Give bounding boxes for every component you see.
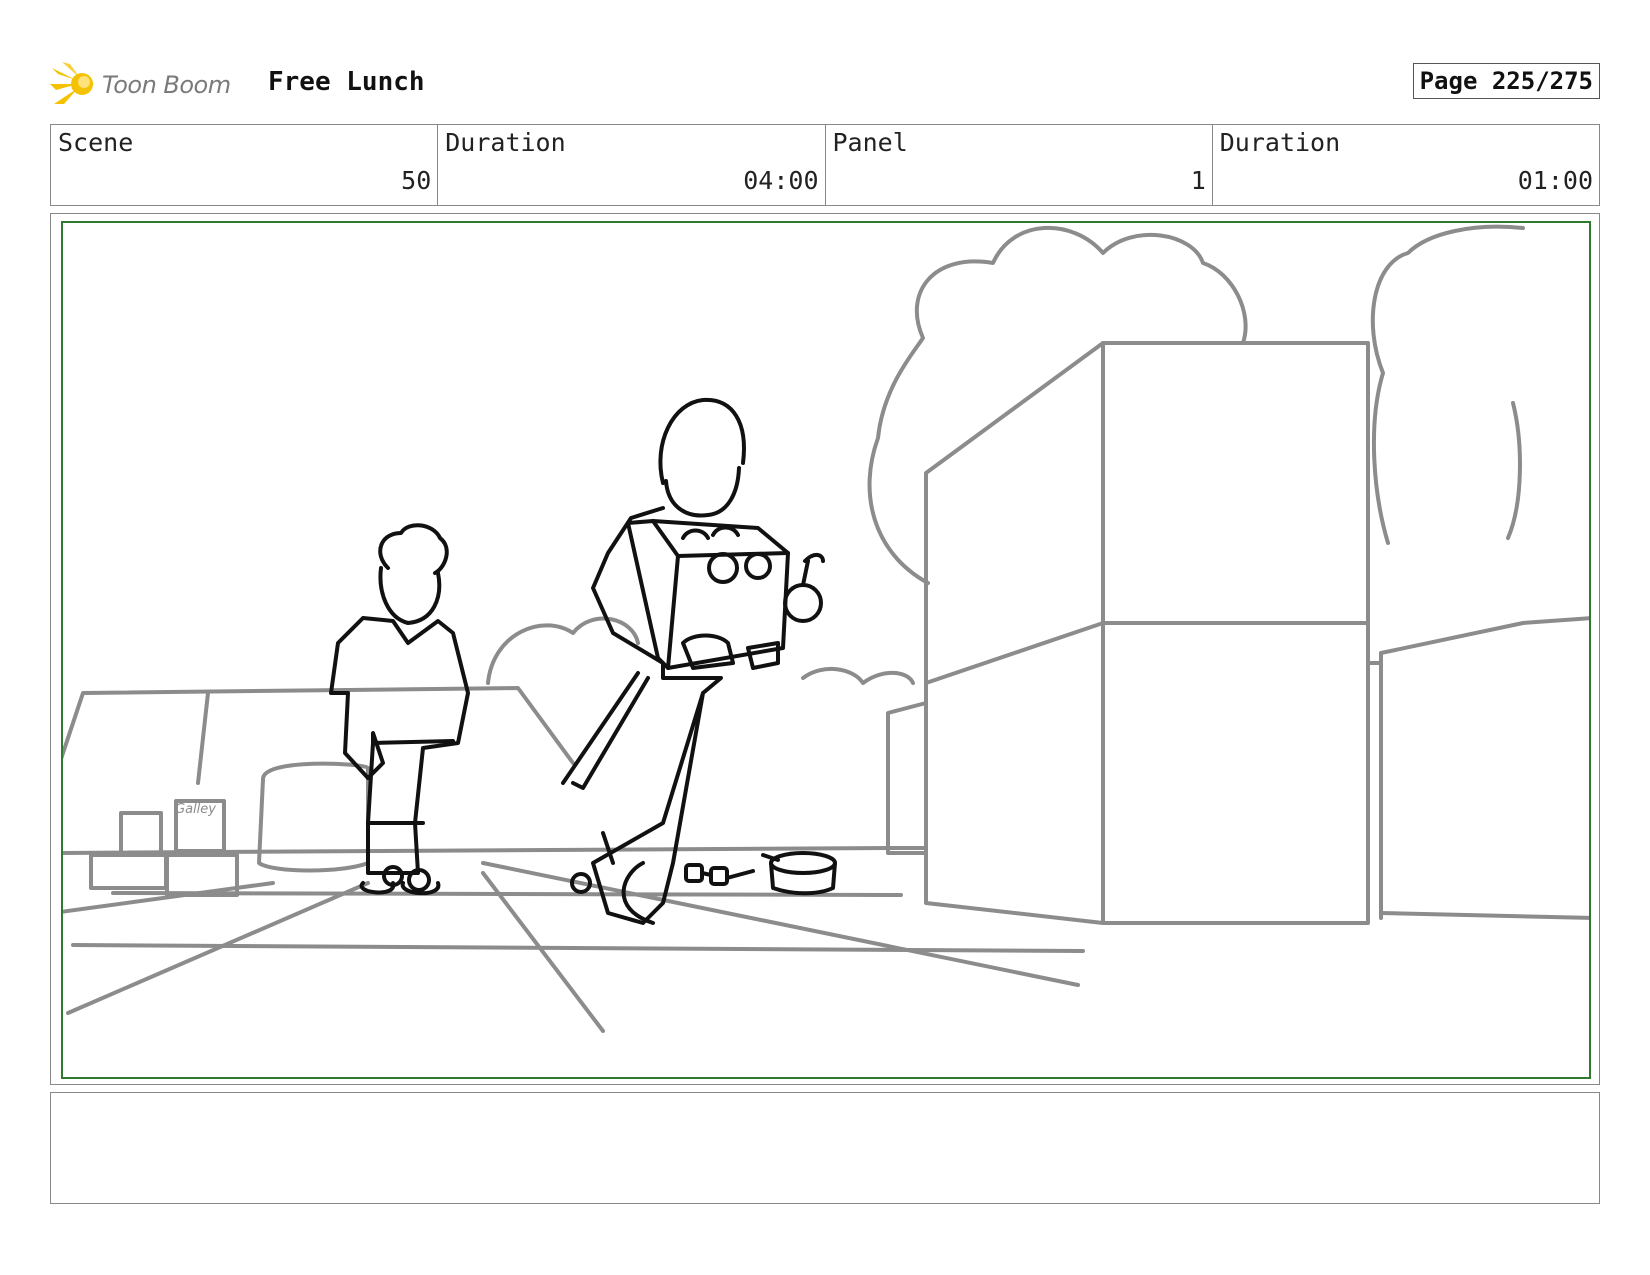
characters-sketch xyxy=(329,397,837,925)
panel-frame: Galley xyxy=(50,213,1600,1085)
panel-duration-cell: Duration 01:00 xyxy=(1213,125,1599,205)
panel-duration-label: Duration xyxy=(1219,128,1341,157)
panel-sketch: Galley xyxy=(63,224,1589,1033)
scene-duration-value: 04:00 xyxy=(743,166,819,195)
scene-duration-label: Duration xyxy=(445,128,566,157)
panel-value: 1 xyxy=(1190,166,1206,195)
panel-duration-value: 01:00 xyxy=(1517,166,1593,195)
project-title: Free Lunch xyxy=(268,67,425,97)
scene-cell: Scene 50 xyxy=(51,125,439,205)
toon-boom-logo: Toon Boom xyxy=(50,59,250,111)
panel-notes-box xyxy=(50,1092,1600,1204)
bag-label: Galley xyxy=(175,802,216,817)
starburst-logo-icon xyxy=(50,62,93,104)
scene-label: Scene xyxy=(58,128,134,157)
scene-info-table: Scene 50 Duration 04:00 Panel 1 Duration… xyxy=(50,124,1600,206)
page-indicator: Page 225/275 xyxy=(1412,63,1600,99)
scene-value: 50 xyxy=(401,166,432,195)
panel-cell: Panel 1 xyxy=(826,125,1213,205)
scene-duration-cell: Duration 04:00 xyxy=(438,125,826,205)
logo-text: Toon Boom xyxy=(102,71,231,99)
panel-label: Panel xyxy=(832,128,908,157)
storyboard-header: Toon Boom Free Lunch Page 225/275 xyxy=(50,55,1600,115)
panel-image-area: Galley xyxy=(61,221,1591,1079)
background-sketch xyxy=(63,224,1589,1033)
